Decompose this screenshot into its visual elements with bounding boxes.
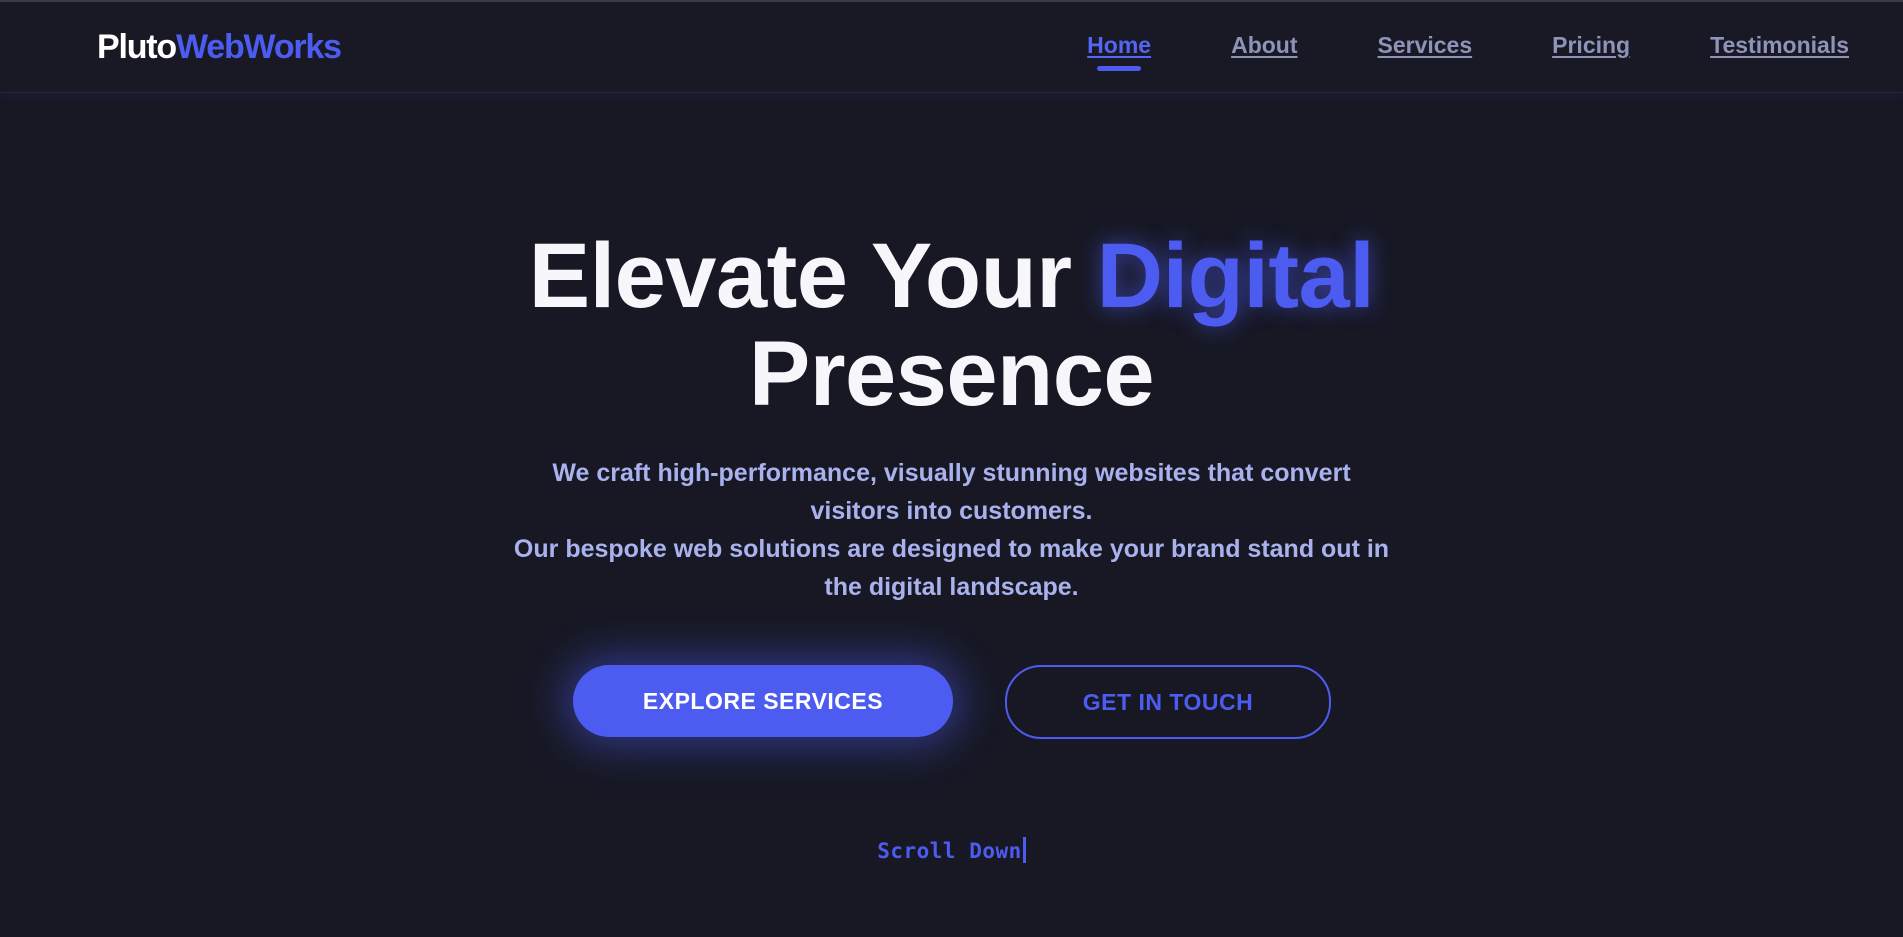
scroll-down-hint[interactable]: Scroll Down [0, 837, 1903, 863]
hero-subtitle: We craft high-performance, visually stun… [0, 454, 1903, 606]
nav-label-home: Home [1087, 32, 1152, 58]
hero-title-part2: Presence [748, 323, 1155, 425]
logo-text-accent: WebWorks [175, 28, 342, 66]
hero-title: Elevate Your Digital Presence [0, 227, 1903, 423]
page: PlutoWebWorks Home About Services Pricin… [0, 0, 1903, 937]
active-indicator [1097, 66, 1142, 71]
explore-services-button[interactable]: EXPLORE SERVICES [573, 665, 953, 737]
hero-subtitle-line1: We craft high-performance, visually stun… [552, 459, 1351, 525]
nav-link-home[interactable]: Home [1087, 32, 1152, 71]
get-in-touch-button[interactable]: GET IN TOUCH [1005, 665, 1331, 739]
logo-text-primary: Pluto [97, 28, 177, 66]
nav-link-testimonials[interactable]: Testimonials [1710, 32, 1849, 59]
hero-subtitle-line2: Our bespoke web solutions are designed t… [513, 535, 1390, 601]
hero-title-part1: Elevate Your [528, 225, 1072, 327]
nav-link-services[interactable]: Services [1378, 32, 1473, 59]
main-nav: Home About Services Pricing Testimonials [1007, 32, 1849, 71]
nav-link-about[interactable]: About [1231, 32, 1297, 59]
text-caret [1022, 837, 1026, 863]
hero-title-accent: Digital [1096, 225, 1375, 327]
scroll-down-label: Scroll Down [877, 839, 1022, 863]
nav-link-pricing[interactable]: Pricing [1552, 32, 1630, 59]
site-header: PlutoWebWorks Home About Services Pricin… [0, 2, 1903, 93]
brand-logo[interactable]: PlutoWebWorks [97, 28, 342, 67]
